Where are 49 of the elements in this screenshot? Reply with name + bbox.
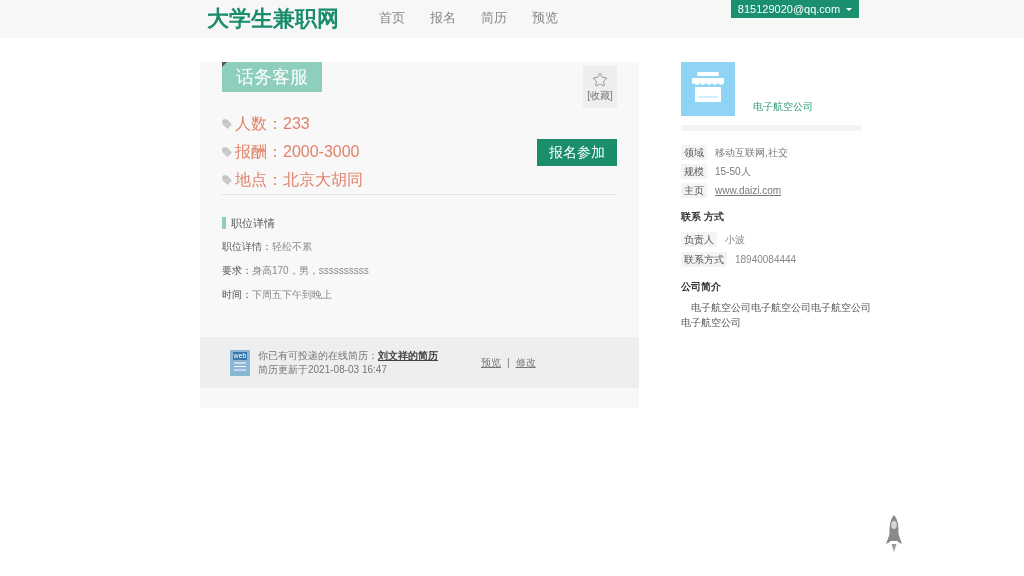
detail-value: 轻松不累 [272, 240, 312, 254]
contact-label: 联系方式 [681, 251, 727, 267]
star-icon [592, 72, 608, 88]
nav-link[interactable]: 简历 [481, 9, 507, 27]
resume-updated: 简历更新于2021-08-03 16:47 [258, 362, 388, 377]
job-fact: 地点：北京大胡同 [235, 170, 363, 190]
favorite-button[interactable]: [收藏] [583, 66, 617, 108]
section-heading: 职位详情 [231, 216, 275, 231]
detail-label: 要求： [222, 264, 252, 278]
corner-fold-icon [222, 62, 227, 67]
info-label: 主页 [681, 183, 707, 198]
contact-value: 18940084444 [735, 252, 797, 267]
job-title: 话务客服 [236, 66, 308, 89]
nav-link[interactable]: 预览 [532, 9, 558, 27]
contact-value: 小波 [725, 232, 745, 247]
tag-icon [222, 119, 232, 129]
info-label: 领域 [681, 145, 707, 160]
user-menu-button[interactable]: 815129020@qq.com [731, 0, 859, 18]
intro-heading: 公司简介 [681, 280, 722, 294]
site-logo[interactable]: 大学生兼职网 [207, 5, 339, 33]
tag-icon [222, 175, 232, 185]
resume-link[interactable]: 刘文祥的简历 [378, 349, 438, 361]
edit-link[interactable]: 修改 [515, 355, 536, 370]
rocket-icon[interactable] [885, 515, 903, 553]
nav-link[interactable]: 报名 [430, 9, 456, 27]
link-separator: | [507, 355, 510, 370]
detail-label: 时间： [222, 288, 252, 302]
section-marker-icon [222, 217, 226, 229]
detail-value: 身高170，男，ssssssssss [252, 264, 369, 278]
info-value: 移动互联网,社交 [715, 146, 788, 160]
store-icon [681, 62, 735, 116]
text-lines-icon [234, 361, 246, 371]
info-value: 15-50人 [715, 165, 751, 179]
resume-prompt: 你已有可投递的在线简历：刘文祥的简历 [258, 348, 439, 363]
preview-link[interactable]: 预览 [481, 355, 501, 370]
homepage-link[interactable]: www.daizi.com [715, 183, 782, 198]
apply-button[interactable]: 报名参加 [537, 138, 617, 166]
detail-value: 下周五下午到晚上 [252, 288, 332, 302]
detail-label: 职位详情： [222, 240, 272, 254]
contact-heading: 联系 方式 [681, 210, 725, 224]
job-fact: 人数：233 [235, 114, 310, 134]
company-name[interactable]: 电子航空公司 [753, 100, 813, 114]
tag-icon [222, 147, 232, 157]
caret-icon [846, 7, 853, 11]
company-intro: 电子航空公司电子航空公司电子航空公司电子航空公司 [681, 301, 872, 330]
job-fact: 报酬：2000-3000 [235, 142, 360, 162]
contact-label: 负责人 [681, 231, 717, 247]
info-label: 规模 [681, 164, 707, 179]
nav-link[interactable]: 首页 [379, 9, 405, 27]
